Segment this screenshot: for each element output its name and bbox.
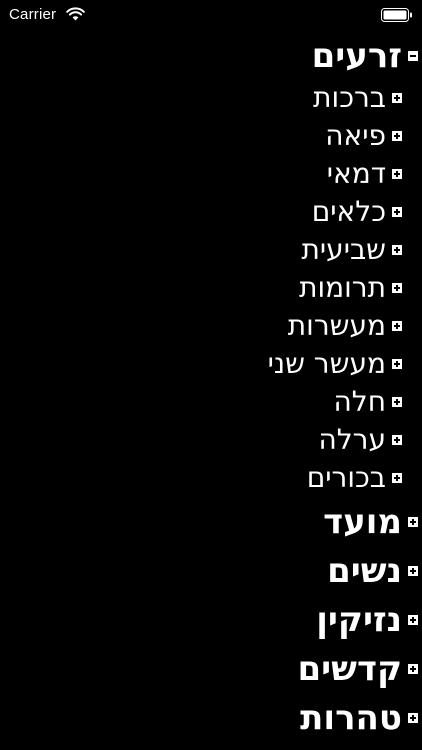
expand-icon[interactable]: [408, 664, 418, 674]
tractate-row[interactable]: מעשר שני: [268, 347, 422, 381]
tractate-row[interactable]: תרומות: [299, 271, 422, 305]
order-label: קדשים: [297, 649, 403, 689]
tractate-row[interactable]: ערלה: [318, 423, 422, 457]
order-row-nezikin[interactable]: נזיקין: [316, 600, 422, 640]
expand-icon[interactable]: [392, 207, 402, 217]
tractate-label: כלאים: [311, 195, 386, 228]
expand-icon[interactable]: [408, 517, 418, 527]
tractate-label: מעשרות: [287, 309, 386, 342]
tractate-label: מעשר שני: [267, 347, 386, 380]
tractate-label: דמאי: [326, 157, 386, 190]
expand-icon[interactable]: [392, 473, 402, 483]
order-row-nashim[interactable]: נשים: [327, 551, 422, 591]
tractate-row[interactable]: מעשרות: [288, 309, 422, 343]
tractate-row[interactable]: כלאים: [312, 195, 422, 229]
mishnah-tree: זרעים ברכות פיאה דמאי כלאים שביעית תרומו…: [0, 0, 422, 750]
expand-icon[interactable]: [392, 435, 402, 445]
order-label: זרעים: [311, 36, 402, 76]
tractate-row[interactable]: חלה: [334, 385, 422, 419]
expand-icon[interactable]: [408, 713, 418, 723]
order-row-zeraim[interactable]: זרעים: [312, 36, 422, 76]
order-row-tohorot[interactable]: טהרות: [300, 698, 422, 738]
expand-icon[interactable]: [408, 566, 418, 576]
tractate-label: שביעית: [301, 233, 386, 266]
tractate-row[interactable]: דמאי: [327, 157, 422, 191]
expand-icon[interactable]: [408, 615, 418, 625]
expand-icon[interactable]: [392, 169, 402, 179]
order-label: מועד: [323, 502, 402, 542]
tractate-label: תרומות: [299, 271, 386, 304]
tractate-row[interactable]: פיאה: [325, 119, 422, 153]
expand-icon[interactable]: [392, 359, 402, 369]
order-row-kodashim[interactable]: קדשים: [298, 649, 422, 689]
expand-icon[interactable]: [392, 131, 402, 141]
tractate-label: בכורים: [306, 461, 386, 494]
order-label: נשים: [327, 551, 402, 591]
expand-icon[interactable]: [392, 245, 402, 255]
tractate-label: חלה: [333, 385, 387, 418]
order-label: טהרות: [300, 698, 402, 738]
expand-icon[interactable]: [392, 321, 402, 331]
tractate-label: ערלה: [318, 423, 386, 456]
expand-icon[interactable]: [392, 397, 402, 407]
collapse-icon[interactable]: [408, 51, 418, 61]
expand-icon[interactable]: [392, 93, 402, 103]
tractate-label: פיאה: [325, 119, 386, 152]
order-label: נזיקין: [316, 600, 402, 640]
expand-icon[interactable]: [392, 283, 402, 293]
tractate-row[interactable]: שביעית: [302, 233, 422, 267]
order-row-moed[interactable]: מועד: [323, 502, 422, 542]
tractate-row[interactable]: ברכות: [313, 81, 422, 115]
tractate-row[interactable]: בכורים: [307, 461, 422, 495]
tractate-label: ברכות: [313, 81, 386, 114]
